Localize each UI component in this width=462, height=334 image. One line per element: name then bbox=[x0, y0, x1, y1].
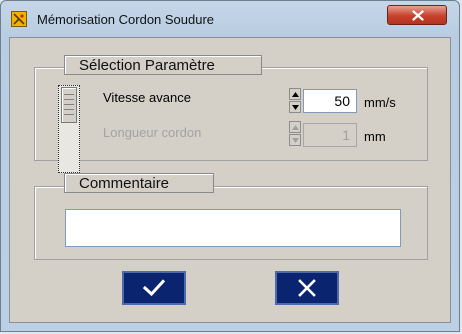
cancel-button[interactable] bbox=[275, 271, 339, 305]
arrow-down-icon bbox=[292, 138, 299, 143]
title-bar[interactable]: Mémorisation Cordon Soudure bbox=[1, 1, 461, 37]
slider-thumb[interactable] bbox=[61, 87, 77, 123]
selection-group-title: Sélection Paramètre bbox=[64, 55, 262, 75]
close-button[interactable] bbox=[387, 5, 447, 25]
param-label-vitesse: Vitesse avance bbox=[103, 90, 191, 105]
arrow-up-icon bbox=[292, 125, 299, 130]
vitesse-unit: mm/s bbox=[364, 95, 396, 110]
spin-down-button[interactable] bbox=[289, 101, 301, 113]
cross-icon bbox=[298, 279, 316, 297]
ok-button[interactable] bbox=[122, 271, 186, 305]
spin-up-button[interactable] bbox=[289, 88, 301, 100]
checkmark-icon bbox=[143, 279, 165, 297]
spin-up-button bbox=[289, 121, 301, 133]
vitesse-spinner[interactable] bbox=[289, 88, 301, 114]
window-title: Mémorisation Cordon Soudure bbox=[37, 12, 215, 27]
comment-group-title: Commentaire bbox=[64, 173, 214, 193]
longueur-input: 1 bbox=[303, 123, 357, 147]
arrow-down-icon bbox=[292, 105, 299, 110]
selection-group bbox=[34, 67, 428, 161]
param-label-longueur: Longueur cordon bbox=[103, 125, 202, 140]
longueur-unit: mm bbox=[364, 129, 386, 144]
spin-down-button bbox=[289, 134, 301, 146]
longueur-spinner bbox=[289, 121, 301, 147]
comment-input[interactable] bbox=[65, 209, 401, 247]
arrow-up-icon bbox=[292, 92, 299, 97]
close-icon bbox=[412, 10, 424, 21]
app-icon bbox=[11, 11, 27, 27]
parameter-slider[interactable] bbox=[58, 85, 80, 173]
vitesse-input[interactable]: 50 bbox=[303, 89, 357, 113]
dialog-client-area: Sélection Paramètre Vitesse avance 50 mm… bbox=[9, 37, 451, 323]
dialog-window: Mémorisation Cordon Soudure Sélection Pa… bbox=[0, 0, 460, 332]
